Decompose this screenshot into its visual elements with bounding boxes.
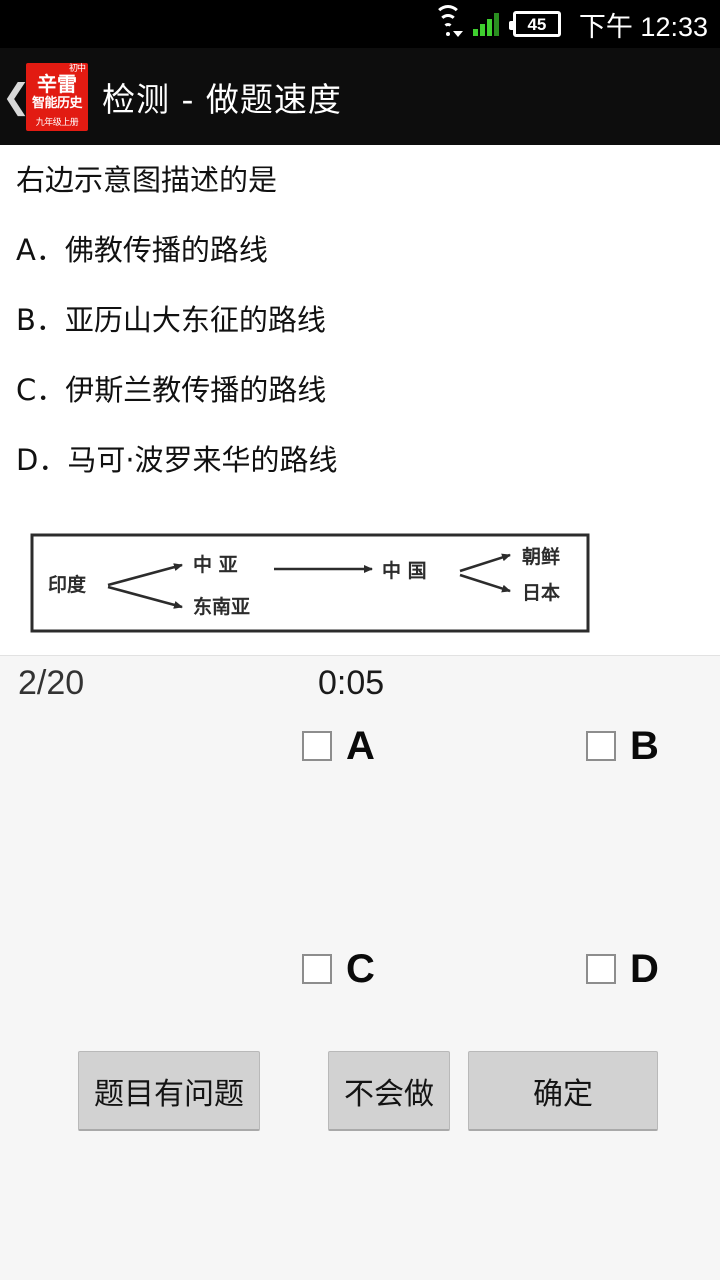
question-timer: 0:05	[318, 664, 385, 702]
app-logo: 初中 辛雷 智能历史 九年级上册	[26, 62, 88, 131]
dont-know-button[interactable]: 不会做	[328, 1051, 450, 1131]
question-diagram-image: 印度 中 亚 东南亚 中 国 朝鲜 日本	[30, 533, 590, 633]
diagram-node-china: 中 国	[382, 559, 427, 582]
battery-icon: 45	[508, 11, 561, 37]
answer-choice-c[interactable]: C	[302, 949, 375, 989]
status-bar-icons: 45 下午 12:33	[433, 5, 708, 44]
diagram-node-central-asia: 中 亚	[193, 553, 238, 576]
page-title: 检测 - 做题速度	[102, 79, 342, 119]
question-option-b: B．亚历山大东征的路线	[16, 303, 326, 337]
title-bar: ❮ 初中 辛雷 智能历史 九年级上册 检测 - 做题速度	[0, 48, 720, 145]
checkbox-a[interactable]	[302, 731, 332, 761]
report-problem-button[interactable]: 题目有问题	[78, 1051, 260, 1131]
answer-choice-a-label: A	[346, 724, 375, 768]
answer-choice-d[interactable]: D	[586, 949, 659, 989]
question-option-d: D．马可·波罗来华的路线	[16, 443, 338, 477]
app-screen: 45 下午 12:33 ❮ 初中 辛雷 智能历史 九年级上册 检测 - 做题速度…	[0, 0, 720, 1280]
answer-choice-a[interactable]: A	[302, 726, 375, 766]
quiz-meta-row: 2/20 0:05	[0, 656, 720, 716]
question-progress: 2/20	[18, 664, 85, 702]
diagram-node-southeast-asia: 东南亚	[193, 595, 250, 618]
checkbox-c[interactable]	[302, 954, 332, 984]
diagram-node-korea: 朝鲜	[522, 545, 560, 568]
wifi-icon	[433, 5, 463, 37]
confirm-button[interactable]: 确定	[468, 1051, 658, 1131]
answer-choice-d-label: D	[630, 947, 659, 991]
answer-panel: 2/20 0:05 A B C D 题目有问题 不会做 确定	[0, 655, 720, 1280]
question-stem: 右边示意图描述的是	[16, 163, 278, 197]
checkbox-d[interactable]	[586, 954, 616, 984]
status-bar-clock: 下午 12:33	[578, 11, 708, 42]
battery-level-text: 45	[527, 14, 547, 34]
action-button-row: 题目有问题 不会做 确定	[0, 1051, 720, 1141]
app-logo-brand-text: 辛雷	[37, 71, 77, 96]
question-option-c: C．伊斯兰教传播的路线	[16, 373, 327, 407]
app-logo-subject-text: 智能历史	[31, 95, 83, 111]
diagram-node-india: 印度	[48, 573, 87, 596]
signal-bars-icon	[472, 12, 499, 36]
answer-choice-c-label: C	[346, 947, 375, 991]
answer-choice-b[interactable]: B	[586, 726, 659, 766]
answer-choice-b-label: B	[630, 724, 659, 768]
question-option-a: A．佛教传播的路线	[16, 233, 268, 267]
diagram-node-japan: 日本	[522, 581, 560, 604]
app-logo-grade-text: 九年级上册	[35, 117, 79, 128]
status-bar: 45 下午 12:33	[0, 0, 720, 48]
question-area: 右边示意图描述的是 A．佛教传播的路线 B．亚历山大东征的路线 C．伊斯兰教传播…	[0, 145, 720, 655]
checkbox-b[interactable]	[586, 731, 616, 761]
